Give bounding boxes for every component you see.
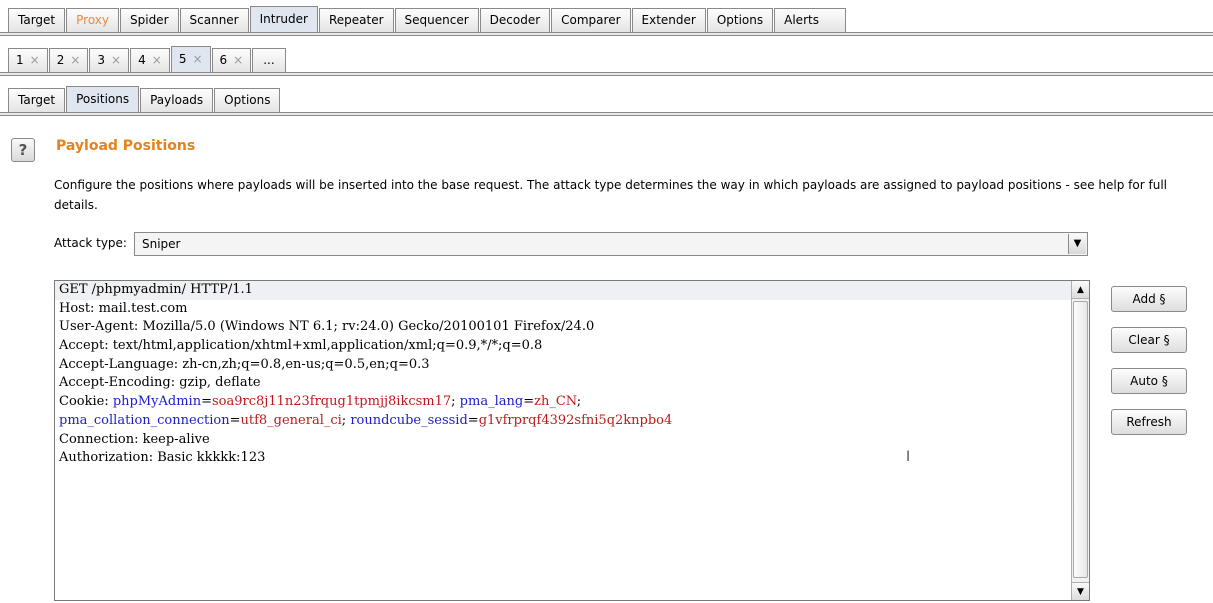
tab-bar-divider <box>0 112 1213 116</box>
request-line: Host: mail.test.com <box>59 300 188 316</box>
attack-type-value: Sniper <box>142 237 181 251</box>
close-icon[interactable]: × <box>192 52 202 66</box>
param-value: g1vfrprqf4392sfni5q2knpbo4 <box>478 412 673 428</box>
add-marker-button[interactable]: Add § <box>1111 286 1187 312</box>
attack-tab-6[interactable]: 6 × <box>211 48 252 72</box>
attack-tab-2[interactable]: 2 × <box>48 48 89 72</box>
attack-tab-3[interactable]: 3 × <box>89 48 130 72</box>
attack-tab-bar: 1 × 2 × 3 × 4 × 5 × 6 × ... <box>0 44 287 72</box>
tab-proxy[interactable]: Proxy <box>66 8 119 32</box>
scroll-up-icon[interactable]: ▲ <box>1072 281 1089 299</box>
request-line: User-Agent: Mozilla/5.0 (Windows NT 6.1;… <box>59 319 595 335</box>
attack-tab-4[interactable]: 4 × <box>130 48 170 72</box>
request-line: Accept: text/html,application/xhtml+xml,… <box>59 338 543 354</box>
section-title: Payload Positions <box>56 138 196 154</box>
subtab-target[interactable]: Target <box>8 88 66 112</box>
tab-decoder[interactable]: Decoder <box>479 8 551 32</box>
attack-tab-1[interactable]: 1 × <box>8 48 48 72</box>
tab-alerts[interactable]: Alerts <box>774 8 846 32</box>
request-editor[interactable]: GET /phpmyadmin/ HTTP/1.1 Host: mail.tes… <box>54 280 1090 601</box>
attack-tab-label: 5 <box>178 52 187 66</box>
refresh-button[interactable]: Refresh <box>1111 409 1187 435</box>
main-tab-bar: Target Proxy Spider Scanner Intruder Rep… <box>0 4 847 32</box>
attack-type-label: Attack type: <box>54 236 127 250</box>
vertical-scrollbar[interactable]: ▲ ▼ <box>1071 281 1089 600</box>
attack-type-select[interactable]: Sniper ▼ <box>134 232 1088 256</box>
cookie-prefix: Cookie: <box>59 394 113 410</box>
tab-sequencer[interactable]: Sequencer <box>394 8 479 32</box>
help-icon[interactable]: ? <box>11 138 35 162</box>
tab-bar-divider <box>0 72 1213 76</box>
request-line: Connection: keep-alive <box>59 431 210 447</box>
close-icon[interactable]: × <box>70 53 80 67</box>
param-value: soa9rc8j11n23frqug1tpmjj8ikcsm17 <box>212 394 452 410</box>
request-line: Accept-Encoding: gzip, deflate <box>59 375 261 391</box>
tab-intruder[interactable]: Intruder <box>249 6 318 32</box>
request-line: Accept-Language: zh-cn,zh;q=0.8,en-us;q=… <box>59 356 430 372</box>
tab-repeater[interactable]: Repeater <box>318 8 394 32</box>
scroll-down-icon[interactable]: ▼ <box>1072 582 1089 600</box>
attack-tab-label: 3 <box>97 53 106 67</box>
close-icon[interactable]: × <box>233 53 243 67</box>
tab-extender[interactable]: Extender <box>631 8 706 32</box>
sub-tab-bar: Target Positions Payloads Options <box>0 84 281 112</box>
clear-markers-button[interactable]: Clear § <box>1111 327 1187 353</box>
cookie-line: Cookie: phpMyAdmin=soa9rc8j11n23frqug1tp… <box>59 394 582 410</box>
tab-scanner[interactable]: Scanner <box>179 8 249 32</box>
text-cursor-icon: I <box>906 449 911 465</box>
request-line: GET /phpmyadmin/ HTTP/1.1 <box>55 281 1089 300</box>
param-value: utf8_general_ci <box>240 412 342 428</box>
subtab-payloads[interactable]: Payloads <box>140 88 214 112</box>
close-icon[interactable]: × <box>152 53 162 67</box>
subtab-options[interactable]: Options <box>214 88 281 112</box>
param-name: pma_lang <box>459 394 524 410</box>
attack-tab-5[interactable]: 5 × <box>170 46 211 72</box>
attack-tab-label: 6 <box>219 53 228 67</box>
param-name: roundcube_sessid <box>350 412 468 428</box>
attack-tab-label: 2 <box>56 53 65 67</box>
tab-options[interactable]: Options <box>706 8 774 32</box>
param-value: zh_CN <box>534 394 577 410</box>
tab-target[interactable]: Target <box>8 8 66 32</box>
attack-tab-label: 4 <box>138 53 146 67</box>
close-icon[interactable]: × <box>30 53 40 67</box>
tab-spider[interactable]: Spider <box>120 8 179 32</box>
param-name: phpMyAdmin <box>112 394 202 410</box>
scroll-thumb[interactable] <box>1073 301 1088 578</box>
tab-comparer[interactable]: Comparer <box>551 8 631 32</box>
section-description: Configure the positions where payloads w… <box>54 178 1167 212</box>
new-attack-tab[interactable]: ... <box>252 48 286 72</box>
tab-bar-divider <box>0 32 1213 36</box>
param-name: pma_collation_connection <box>59 412 230 428</box>
request-line: Authorization: Basic kkkkk:123 <box>59 450 266 466</box>
auto-markers-button[interactable]: Auto § <box>1111 368 1187 394</box>
dropdown-arrow-icon[interactable]: ▼ <box>1068 234 1086 254</box>
attack-tab-label: 1 <box>16 53 24 67</box>
subtab-positions[interactable]: Positions <box>66 86 140 112</box>
close-icon[interactable]: × <box>111 53 121 67</box>
cookie-line: pma_collation_connection=utf8_general_ci… <box>59 412 673 428</box>
